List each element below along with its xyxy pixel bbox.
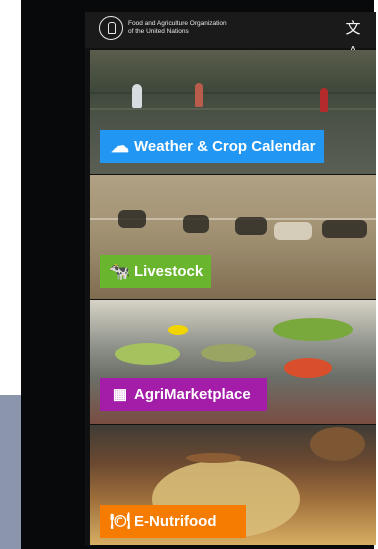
agrimarketplace-tile[interactable]: ▦ AgriMarketplace bbox=[90, 300, 376, 424]
weather-crop-calendar-button[interactable]: ☁ Weather & Crop Calendar bbox=[100, 130, 324, 163]
field-row bbox=[90, 108, 376, 110]
food-icon: 🍽 bbox=[109, 513, 131, 530]
serving-spoon bbox=[186, 453, 241, 463]
cow-icon: 🐄 bbox=[109, 262, 131, 281]
livestock-image bbox=[274, 222, 312, 240]
e-nutrifood-label: E-Nutrifood bbox=[134, 513, 217, 530]
livestock-button[interactable]: 🐄 Livestock bbox=[100, 255, 211, 288]
organization-name: Food and Agriculture Organization of the… bbox=[128, 20, 278, 36]
agrimarketplace-button[interactable]: ▦ AgriMarketplace bbox=[100, 378, 267, 411]
weather-crop-calendar-label: Weather & Crop Calendar bbox=[134, 138, 316, 155]
e-nutrifood-tile[interactable]: 🍽 E-Nutrifood bbox=[90, 425, 376, 545]
livestock-image bbox=[322, 220, 367, 238]
farmer-image bbox=[320, 88, 328, 112]
produce-image bbox=[115, 343, 180, 365]
hand-image bbox=[310, 427, 365, 461]
produce-image bbox=[284, 358, 332, 378]
e-nutrifood-button[interactable]: 🍽 E-Nutrifood bbox=[100, 505, 246, 538]
produce-image bbox=[168, 325, 188, 335]
cloud-icon: ☁ bbox=[111, 136, 129, 156]
produce-image bbox=[201, 344, 256, 362]
farmer-image bbox=[195, 83, 203, 107]
org-name-line-1: Food and Agriculture Organization bbox=[128, 20, 227, 27]
agrimarketplace-label: AgriMarketplace bbox=[134, 386, 251, 403]
background-panel bbox=[0, 395, 21, 549]
app-screen: Food and Agriculture Organization of the… bbox=[85, 12, 376, 545]
livestock-image bbox=[118, 210, 146, 228]
livestock-image bbox=[235, 217, 267, 235]
livestock-image bbox=[183, 215, 209, 233]
weather-crop-calendar-tile[interactable]: ☁ Weather & Crop Calendar bbox=[90, 50, 376, 174]
produce-image bbox=[273, 318, 353, 341]
livestock-label: Livestock bbox=[134, 263, 204, 280]
fao-logo bbox=[99, 16, 123, 40]
device-frame: Food and Agriculture Organization of the… bbox=[21, 0, 376, 549]
farmer-image bbox=[132, 84, 142, 108]
app-header: Food and Agriculture Organization of the… bbox=[85, 12, 376, 56]
market-icon: ▦ bbox=[112, 386, 128, 403]
translate-icon[interactable]: 文A bbox=[343, 19, 363, 56]
livestock-tile[interactable]: 🐄 Livestock bbox=[90, 175, 376, 299]
org-name-line-2: of the United Nations bbox=[128, 28, 189, 35]
